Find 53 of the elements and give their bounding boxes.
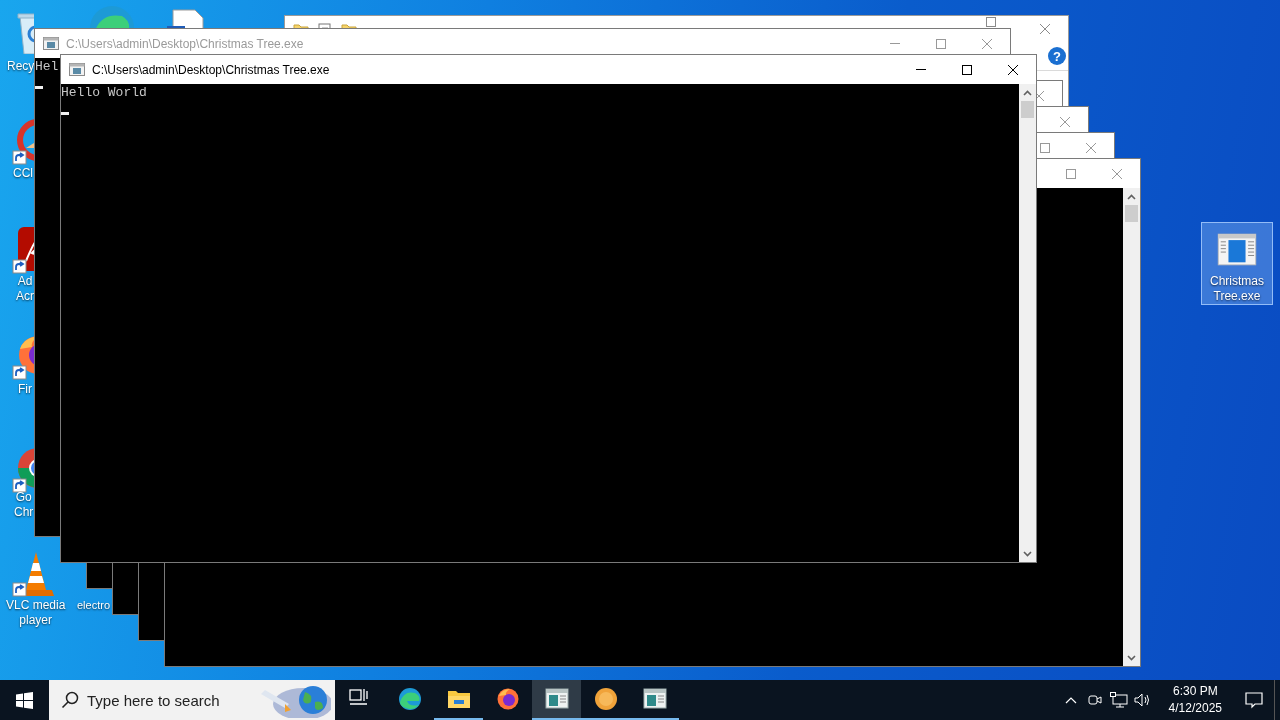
- search-icon: [61, 691, 79, 709]
- close-icon: [981, 37, 993, 50]
- video-camera-icon: [1086, 692, 1103, 708]
- close-button[interactable]: [1007, 63, 1019, 76]
- clock[interactable]: 6:30 PM 4/12/2025: [1160, 683, 1230, 717]
- window-icon: [69, 63, 85, 76]
- icon-label: Christmas Tree.exe: [1210, 274, 1264, 304]
- taskbar-button[interactable]: [532, 680, 581, 720]
- app-icon: [593, 687, 618, 711]
- scrollbar[interactable]: [1123, 188, 1140, 666]
- console-text: Hel: [35, 59, 59, 75]
- scroll-thumb[interactable]: [1125, 205, 1138, 222]
- maximize-icon: [935, 37, 947, 50]
- brush-shortcut-icon[interactable]: [12, 118, 34, 166]
- speech-bubble-icon: [1245, 691, 1263, 709]
- caret-up-icon: [1023, 89, 1032, 96]
- caret-up-icon: [1127, 193, 1136, 200]
- caret-down-icon: [1127, 654, 1136, 661]
- icon-label[interactable]: Recy: [7, 59, 35, 74]
- close-icon: [1085, 141, 1097, 154]
- close-icon: [1007, 63, 1019, 76]
- help-button[interactable]: ?: [1048, 47, 1066, 65]
- close-icon: [1059, 115, 1071, 128]
- speaker-icon: [1133, 692, 1152, 708]
- icon-label[interactable]: electro: [77, 598, 111, 613]
- chevron-up-icon: [1064, 696, 1077, 704]
- maximize-icon: [1039, 141, 1051, 154]
- icon-label[interactable]: CCl: [13, 166, 33, 181]
- program-window-icon: [544, 687, 569, 711]
- icon-label[interactable]: Fir: [18, 382, 32, 397]
- windows-logo-icon: [15, 691, 33, 709]
- icon-label[interactable]: VLC media player: [6, 598, 66, 628]
- window-title: C:\Users\admin\Desktop\Christmas Tree.exe: [66, 36, 304, 51]
- maximize-icon: [986, 17, 996, 27]
- program-window-icon: [642, 687, 667, 711]
- browser-icon: [397, 687, 422, 711]
- icon-label[interactable]: Go Chr: [14, 490, 34, 520]
- close-icon: [1111, 167, 1123, 180]
- scroll-thumb[interactable]: [1021, 101, 1034, 118]
- maximize-button[interactable]: [961, 63, 973, 76]
- search-field[interactable]: Type here to search: [49, 680, 335, 720]
- caret-down-icon: [1023, 550, 1032, 557]
- console-text: Hello World: [61, 85, 147, 101]
- monitor-icon: [1109, 692, 1128, 708]
- scrollbar[interactable]: [1019, 84, 1036, 562]
- browser-icon: [495, 687, 520, 711]
- desktop-icon[interactable]: Christmas Tree.exe: [1201, 222, 1273, 305]
- window-title: C:\Users\admin\Desktop\Christmas Tree.exe: [92, 62, 330, 77]
- close-icon: [1039, 23, 1051, 35]
- maximize-icon: [961, 63, 973, 76]
- window-icon: [43, 37, 59, 50]
- maximize-icon: [1065, 167, 1077, 180]
- icon-label[interactable]: Ad Acr: [16, 274, 34, 304]
